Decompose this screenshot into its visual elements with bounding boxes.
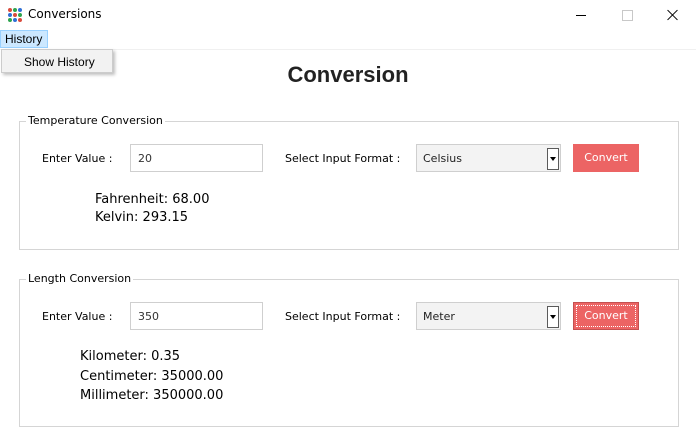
length-group-legend: Length Conversion <box>26 272 134 285</box>
maximize-button[interactable] <box>604 0 650 30</box>
length-enter-value-label: Enter Value : <box>42 310 113 323</box>
kilometer-result: Kilometer: 0.35 <box>80 349 181 364</box>
title-bar: Conversions <box>0 0 696 30</box>
close-button[interactable] <box>650 0 696 30</box>
menu-bar: History <box>0 30 696 50</box>
millimeter-result: Millimeter: 350000.00 <box>80 388 224 403</box>
length-group: Length Conversion Enter Value : 350 Sele… <box>19 272 679 427</box>
menu-history[interactable]: History <box>0 30 48 48</box>
temperature-format-value: Celsius <box>423 152 462 165</box>
close-icon <box>667 9 679 21</box>
length-format-select[interactable]: Meter <box>416 302 561 330</box>
chevron-down-icon[interactable] <box>547 148 559 170</box>
temperature-convert-button[interactable]: Convert <box>573 144 639 172</box>
temperature-value-input[interactable]: 20 <box>130 144 263 172</box>
app-dots-icon <box>8 8 22 22</box>
temperature-format-select[interactable]: Celsius <box>416 144 561 172</box>
kelvin-result: Kelvin: 293.15 <box>95 210 189 225</box>
chevron-down-icon[interactable] <box>547 306 559 328</box>
temperature-group-legend: Temperature Conversion <box>26 114 165 127</box>
length-convert-button[interactable]: Convert <box>573 302 639 330</box>
centimeter-result: Centimeter: 35000.00 <box>80 369 224 384</box>
menu-item-show-history[interactable]: Show History <box>24 55 95 69</box>
length-format-value: Meter <box>423 310 455 323</box>
temperature-format-label: Select Input Format : <box>285 152 401 165</box>
length-format-label: Select Input Format : <box>285 310 401 323</box>
maximize-icon <box>621 9 633 21</box>
minimize-icon <box>576 14 586 16</box>
minimize-button[interactable] <box>558 0 604 30</box>
temperature-group: Temperature Conversion Enter Value : 20 … <box>19 114 679 250</box>
window-title: Conversions <box>28 7 102 21</box>
length-value-input[interactable]: 350 <box>130 302 263 330</box>
temperature-enter-value-label: Enter Value : <box>42 152 113 165</box>
history-dropdown: Show History <box>1 49 113 73</box>
fahrenheit-result: Fahrenheit: 68.00 <box>95 192 210 207</box>
